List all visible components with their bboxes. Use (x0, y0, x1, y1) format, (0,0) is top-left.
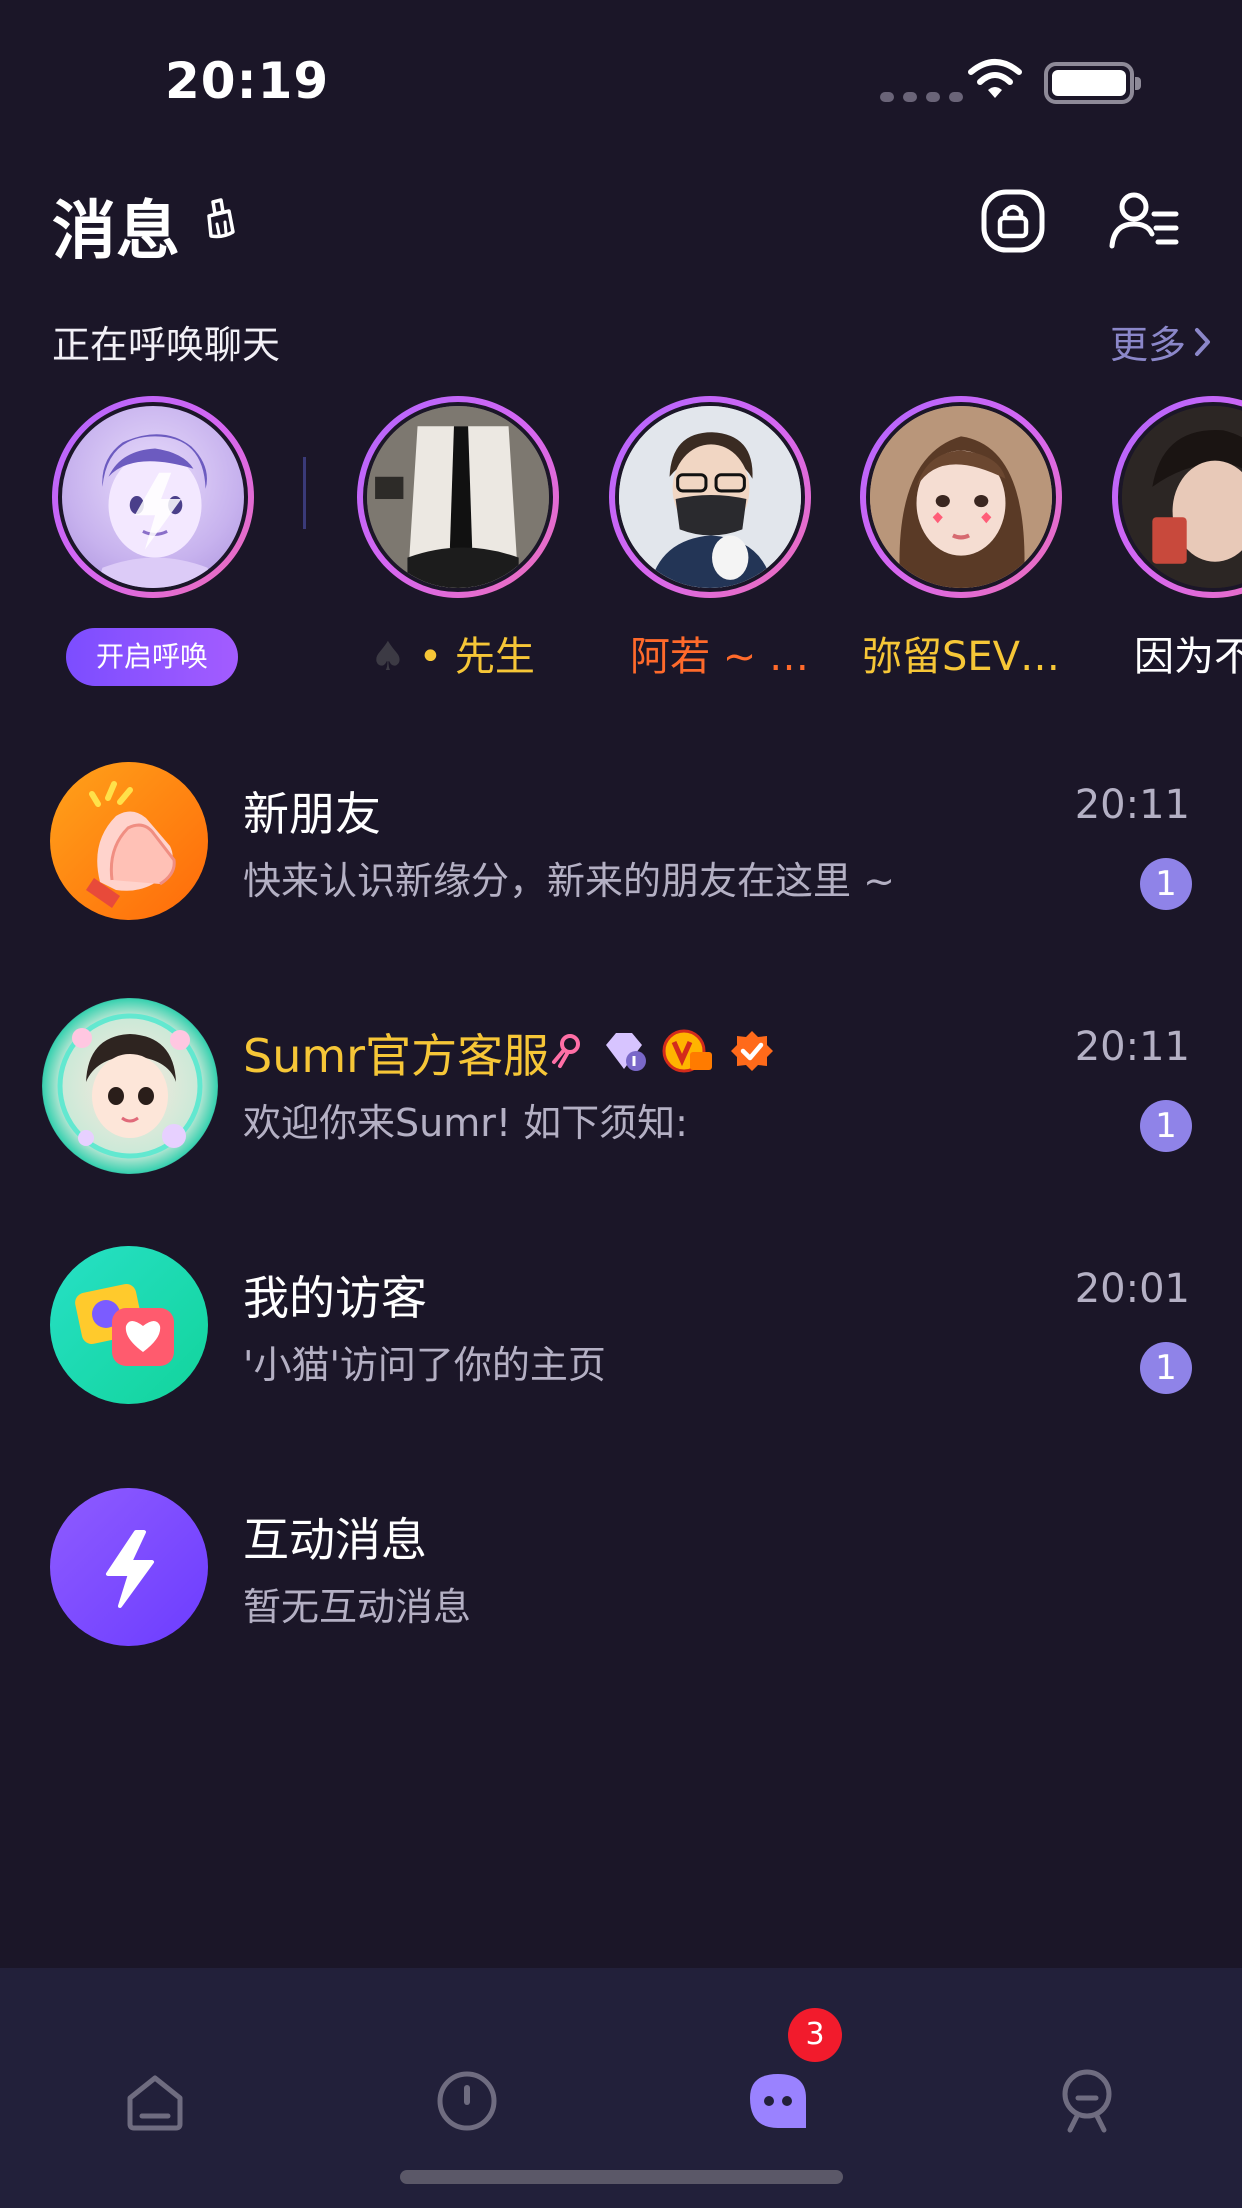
annual-vip-badge-icon (662, 1029, 712, 1073)
cartoon-boy-avatar (96, 434, 214, 588)
my-summon-avatar[interactable] (52, 396, 254, 598)
conversation-time: 20:11 (1074, 1024, 1190, 1070)
summon-user-name: 因为不 (1134, 634, 1242, 680)
unread-badge: 1 (1140, 858, 1192, 910)
summon-user-name: ♠ • 先生 (370, 634, 535, 680)
discover-icon[interactable] (432, 2066, 502, 2136)
conversation-preview: 欢迎你来Sumr! 如下须知: (243, 1101, 688, 1145)
conversation-title: Sumr官方客服 (243, 1029, 550, 1083)
title-badges (548, 1028, 774, 1074)
conversation-my-visitors[interactable]: 我的访客 '小猫'访问了你的主页 20:01 1 (0, 1246, 1242, 1446)
customer-service-avatar (42, 998, 218, 1174)
conversation-title: 互动消息 (243, 1513, 427, 1567)
conversation-title: 新朋友 (243, 787, 381, 841)
conversation-new-friends[interactable]: 新朋友 快来认识新缘分，新来的朋友在这里 ~ 20:11 1 (0, 762, 1242, 962)
contacts-button[interactable] (1108, 188, 1180, 254)
conversation-time: 20:01 (1074, 1266, 1190, 1312)
summon-more-link[interactable]: 更多 (1110, 314, 1214, 369)
summon-user-avatar[interactable] (1112, 396, 1242, 598)
conversation-interactions[interactable]: 互动消息 暂无互动消息 (0, 1488, 1242, 1688)
battery-icon (1044, 62, 1141, 104)
conversation-preview: 快来认识新缘分，新来的朋友在这里 ~ (243, 859, 895, 903)
visitor-heart-icon (50, 1246, 208, 1404)
messages-screen: 20:19 消息 正在呼唤聊天 更多 开启呼唤 ♠ • 先生 阿若 ~ … 弥留… (0, 0, 1242, 2208)
summon-section-title: 正在呼唤聊天 (52, 323, 281, 367)
verified-badge-icon (731, 1031, 773, 1071)
conversation-title: 我的访客 (243, 1271, 427, 1325)
home-indicator (400, 2170, 843, 2184)
unread-badge: 1 (1140, 1342, 1192, 1394)
summon-divider (303, 457, 306, 529)
conversation-official-support[interactable]: Sumr官方客服 欢迎你来Sumr! 如下须知: 20:11 1 (0, 998, 1242, 1204)
home-icon[interactable] (120, 2066, 190, 2136)
unread-badge: 1 (1140, 1100, 1192, 1152)
more-label: 更多 (1109, 323, 1186, 367)
summon-avatar-row: 开启呼唤 ♠ • 先生 阿若 ~ … 弥留SEV… 因为不 (0, 392, 1242, 692)
user-photo-suit (367, 406, 549, 588)
summon-user-avatar[interactable] (357, 396, 559, 598)
profile-icon[interactable] (1052, 2066, 1122, 2136)
cellular-signal-icon (880, 92, 963, 102)
wifi-icon (968, 59, 1022, 98)
status-time: 20:19 (165, 52, 330, 110)
conversation-preview: 暂无互动消息 (243, 1585, 472, 1629)
chevron-right-icon (1195, 327, 1210, 356)
messages-unread-badge: 3 (788, 2008, 842, 2062)
summon-user-avatar[interactable] (860, 396, 1062, 598)
spade-icon: ♠ (370, 634, 406, 680)
clear-unread-broom-icon[interactable] (195, 196, 241, 242)
user-photo-boy (1122, 406, 1242, 588)
lightning-icon (50, 1488, 208, 1646)
user-photo-mask (619, 406, 801, 588)
summon-user-avatar[interactable] (609, 396, 811, 598)
messages-icon[interactable] (742, 2066, 816, 2136)
clapping-hands-icon (50, 762, 208, 920)
status-bar: 20:19 (0, 0, 1242, 170)
ribbon-badge-icon (552, 1034, 580, 1068)
summon-user-name: 阿若 ~ … (630, 634, 809, 680)
conversation-time: 20:11 (1074, 782, 1190, 828)
conversation-preview: '小猫'访问了你的主页 (243, 1343, 606, 1387)
privacy-lock-button[interactable] (980, 188, 1046, 254)
level-gem-badge-icon (606, 1033, 646, 1071)
page-title: 消息 (52, 195, 180, 269)
start-summon-button[interactable]: 开启呼唤 (66, 628, 238, 686)
summon-user-name: 弥留SEV… (862, 634, 1061, 680)
user-photo-girl (870, 406, 1052, 588)
